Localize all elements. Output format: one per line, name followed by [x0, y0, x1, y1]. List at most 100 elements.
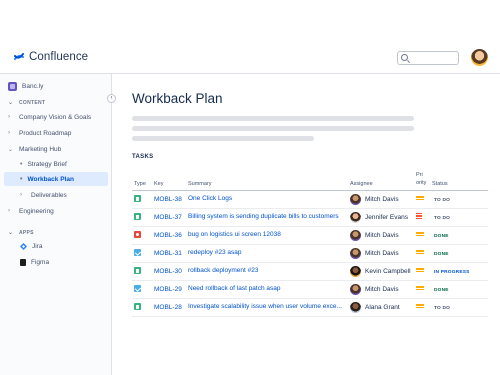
- key-cell: MOBL-31: [152, 244, 186, 263]
- sidebar-app-figma[interactable]: Figma: [20, 255, 49, 269]
- column-header-key[interactable]: Key: [152, 168, 186, 191]
- assignee-name: Alana Grant: [365, 303, 400, 311]
- content-section-header[interactable]: ⌄ CONTENT: [8, 99, 45, 107]
- summary-cell: Billing system is sending duplicate bill…: [186, 208, 348, 227]
- app-name: Confluence: [29, 51, 89, 63]
- issue-summary-link[interactable]: redeploy #23 asap: [188, 249, 242, 256]
- avatar: [350, 265, 361, 277]
- table-row[interactable]: MOBL-38 One Click Logs Mitch Davis TO DO: [132, 190, 488, 209]
- status-badge[interactable]: DONE: [432, 287, 451, 294]
- assignee-cell: Mitch Davis: [348, 244, 414, 263]
- status-badge[interactable]: TO DO: [432, 197, 452, 204]
- sidebar-item-workback-plan[interactable]: • Workback Plan: [4, 172, 108, 186]
- sidebar-item-strategy-brief[interactable]: • Strategy Brief: [20, 157, 67, 171]
- priority-cell: [414, 280, 430, 299]
- status-badge[interactable]: IN PROGRESS: [432, 269, 472, 276]
- issue-summary-link[interactable]: rollback deployment #23: [188, 267, 258, 274]
- search-input[interactable]: [397, 51, 459, 65]
- status-cell: TO DO: [430, 298, 488, 317]
- issue-key-link[interactable]: MOBL-28: [154, 304, 182, 311]
- sidebar-item-deliverables[interactable]: › Deliverables: [20, 188, 67, 202]
- priority-medium-icon: [416, 303, 424, 308]
- issue-key-link[interactable]: MOBL-38: [154, 196, 182, 203]
- chevron-right-icon: ›: [8, 114, 10, 120]
- sidebar-item-engineering[interactable]: › Engineering: [8, 204, 54, 218]
- issue-summary-link[interactable]: Need rollback of last patch asap: [188, 285, 281, 292]
- sidebar-item-label: Engineering: [19, 207, 54, 215]
- assignee-name: Jennifer Evans: [365, 213, 408, 221]
- space-header[interactable]: Banc.ly: [8, 82, 43, 91]
- priority-medium-icon: [416, 285, 424, 290]
- bullet-icon: •: [20, 175, 23, 183]
- issue-summary-link[interactable]: One Click Logs: [188, 195, 232, 202]
- sidebar-app-jira[interactable]: Jira: [20, 239, 42, 253]
- apps-section-header[interactable]: ⌄ APPS: [8, 229, 34, 237]
- status-cell: TO DO: [430, 190, 488, 209]
- space-icon: [8, 82, 17, 91]
- status-badge[interactable]: DONE: [432, 233, 451, 240]
- sidebar-item-company-vision[interactable]: › Company Vision & Goals: [8, 110, 91, 124]
- status-cell: TO DO: [430, 208, 488, 227]
- key-cell: MOBL-30: [152, 262, 186, 281]
- key-cell: MOBL-36: [152, 226, 186, 245]
- chevron-down-icon: ⌄: [8, 100, 14, 106]
- issue-key-link[interactable]: MOBL-31: [154, 250, 182, 257]
- key-cell: MOBL-38: [152, 190, 186, 209]
- priority-cell: [414, 244, 430, 263]
- column-header-assignee[interactable]: Assignee: [348, 168, 414, 191]
- table-row[interactable]: MOBL-30 rollback deployment #23 Kevin Ca…: [132, 262, 488, 281]
- table-row[interactable]: MOBL-37 Billing system is sending duplic…: [132, 208, 488, 227]
- page-title: Workback Plan: [132, 91, 223, 106]
- priority-cell: [414, 208, 430, 227]
- table-header-row: Type Key Summary Assignee Pri ority Stat…: [132, 168, 488, 191]
- table-row[interactable]: MOBL-28 Investigate scalability issue wh…: [132, 298, 488, 317]
- jira-icon: [20, 242, 27, 250]
- priority-header-line-1: Pri: [416, 171, 423, 178]
- sidebar-item-product-roadmap[interactable]: › Product Roadmap: [8, 126, 71, 140]
- issue-key-link[interactable]: MOBL-37: [154, 214, 182, 221]
- assignee-name: Mitch Davis: [365, 249, 399, 257]
- type-cell: [132, 298, 152, 317]
- column-header-priority[interactable]: Pri ority: [414, 168, 430, 191]
- collapse-sidebar-button[interactable]: ‹: [107, 94, 116, 103]
- column-header-summary[interactable]: Summary: [186, 168, 348, 191]
- column-header-status[interactable]: Status: [430, 168, 488, 191]
- table-row[interactable]: MOBL-31 redeploy #23 asap Mitch Davis DO…: [132, 244, 488, 263]
- issue-key-link[interactable]: MOBL-36: [154, 232, 182, 239]
- issue-key-link[interactable]: MOBL-30: [154, 268, 182, 275]
- column-header-type[interactable]: Type: [132, 168, 152, 191]
- status-badge[interactable]: DONE: [432, 251, 451, 258]
- assignee-cell: Alana Grant: [348, 298, 414, 317]
- avatar: [350, 283, 361, 295]
- assignee-name: Mitch Davis: [365, 231, 399, 239]
- priority-medium-icon: [416, 195, 424, 200]
- status-cell: DONE: [430, 280, 488, 299]
- table-row[interactable]: MOBL-36 bug on logistics ui screen 12038…: [132, 226, 488, 245]
- issue-summary-link[interactable]: bug on logistics ui screen 12038: [188, 231, 281, 238]
- priority-cell: [414, 226, 430, 245]
- priority-medium-icon: [416, 231, 424, 236]
- avatar: [350, 247, 361, 259]
- status-badge[interactable]: TO DO: [432, 215, 452, 222]
- sidebar-item-marketing-hub[interactable]: ⌄ Marketing Hub: [8, 142, 61, 156]
- table-row[interactable]: MOBL-29 Need rollback of last patch asap…: [132, 280, 488, 299]
- search-icon: [401, 54, 408, 61]
- confluence-logo[interactable]: Confluence: [14, 51, 88, 63]
- user-avatar[interactable]: [471, 49, 488, 66]
- issue-key-link[interactable]: MOBL-29: [154, 286, 182, 293]
- assignee-cell: Jennifer Evans: [348, 208, 414, 227]
- sidebar-item-label: Deliverables: [31, 191, 67, 199]
- issue-summary-link[interactable]: Investigate scalability issue when user …: [188, 303, 342, 310]
- status-badge[interactable]: TO DO: [432, 305, 452, 312]
- assignee-cell: Kevin Campbell: [348, 262, 414, 281]
- assignee-cell: Mitch Davis: [348, 226, 414, 245]
- key-cell: MOBL-29: [152, 280, 186, 299]
- status-cell: DONE: [430, 226, 488, 245]
- sidebar: Banc.ly ‹ ⌄ CONTENT › Company Vision & G…: [0, 74, 116, 375]
- tasks-table: Type Key Summary Assignee Pri ority Stat…: [132, 168, 488, 317]
- key-cell: MOBL-37: [152, 208, 186, 227]
- sidebar-item-label: Product Roadmap: [19, 129, 72, 137]
- text-placeholder-line: [132, 136, 314, 141]
- type-cell: [132, 226, 152, 245]
- issue-summary-link[interactable]: Billing system is sending duplicate bill…: [188, 213, 339, 220]
